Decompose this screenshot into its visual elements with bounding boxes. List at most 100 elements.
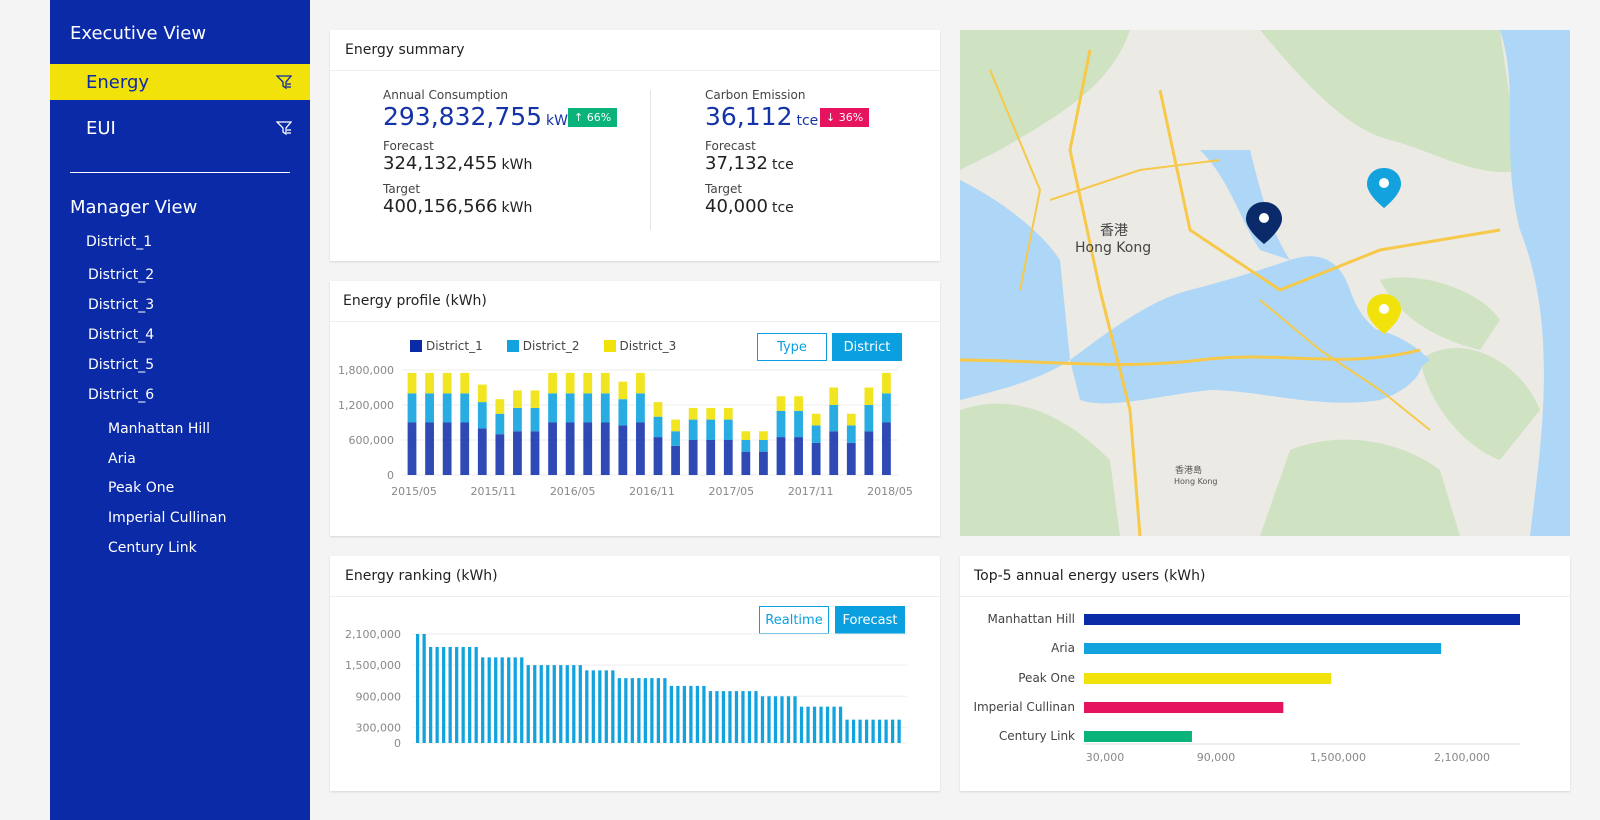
user-bar	[1084, 673, 1332, 684]
ranking-bar	[728, 691, 732, 743]
ranking-bar	[598, 670, 602, 743]
sidebar-item-district-3[interactable]: District_3	[88, 297, 154, 313]
sidebar-item-imperial-cullinan[interactable]: Imperial Cullinan	[108, 510, 226, 526]
ranking-bar	[799, 706, 804, 743]
ranking-bar	[689, 685, 693, 743]
bar-segment	[776, 410, 786, 438]
y-tick-label: 300,000	[356, 721, 402, 734]
ranking-bar	[721, 691, 726, 743]
ranking-bar	[630, 678, 634, 743]
bar-segment	[565, 422, 575, 475]
energy-profile-chart: 0 600,000 1,200,000 1,800,000 2015/05 2015/11…	[338, 364, 913, 498]
ranking-bar	[871, 719, 875, 743]
svg-text:Hong Kong: Hong Kong	[1174, 477, 1218, 486]
bar-segment	[846, 425, 856, 443]
sidebar-divider	[70, 172, 290, 173]
bar-segment	[530, 407, 540, 432]
svg-text:Hong Kong: Hong Kong	[1075, 240, 1151, 256]
bar-segment	[794, 410, 803, 438]
sidebar-item-energy[interactable]: Energy	[50, 64, 310, 100]
bar-segment	[565, 393, 575, 423]
annual-consumption-value: 293,832,755 kWh	[383, 102, 577, 131]
bar-segment	[600, 393, 610, 423]
bar-segment	[513, 431, 522, 475]
x-tick-label: 2,100,000	[1434, 751, 1490, 764]
user-bar	[1084, 702, 1284, 713]
ranking-bar	[702, 685, 706, 743]
annual-consumption-block: Annual Consumption 293,832,755 kWh Foreca…	[383, 88, 577, 217]
sidebar-item-district-6[interactable]: District_6	[88, 387, 154, 403]
ranking-bar	[487, 657, 491, 743]
top5-card: Top-5 annual energy users (kWh) Manhatta…	[960, 556, 1570, 791]
y-tick-label: 1,500,000	[345, 659, 401, 672]
sidebar-item-district-4[interactable]: District_4	[88, 327, 154, 343]
bar-segment	[636, 393, 645, 423]
filter-icon[interactable]	[276, 120, 292, 136]
ranking-bar	[806, 706, 810, 743]
map-canvas[interactable]: 香港 Hong Kong 香港島 Hong Kong	[960, 30, 1570, 536]
bar-segment	[565, 372, 575, 394]
ranking-bar	[793, 696, 797, 743]
bar-segment	[618, 381, 628, 400]
carbon-emission-value: 36,112 tce	[705, 102, 819, 131]
user-bar	[1084, 731, 1192, 742]
x-tick-label: 30,000	[1086, 751, 1125, 764]
sidebar-item-district-5[interactable]: District_5	[88, 357, 154, 373]
sidebar-item-aria[interactable]: Aria	[108, 451, 136, 467]
card-divider	[330, 596, 940, 597]
bar-segment	[706, 419, 716, 440]
bar-segment	[530, 390, 540, 408]
ranking-bar	[864, 719, 869, 743]
bar-segment	[759, 451, 768, 475]
bar-segment	[741, 440, 751, 452]
sidebar-item-century-link[interactable]: Century Link	[108, 540, 197, 556]
bar-segment	[811, 413, 821, 426]
bar-segment	[846, 442, 856, 475]
map-view[interactable]: 香港 Hong Kong 香港島 Hong Kong	[960, 30, 1570, 536]
sidebar-item-district-2[interactable]: District_2	[88, 267, 154, 283]
ranking-bar	[468, 646, 472, 743]
bar-segment	[442, 372, 452, 394]
carbon-change-badge: ↓ 36%	[820, 108, 870, 127]
ranking-bar	[845, 719, 849, 743]
bar-segment	[846, 413, 856, 426]
x-tick-label: 90,000	[1197, 751, 1236, 764]
bar-segment	[583, 393, 593, 423]
x-tick-label: 2017/11	[788, 485, 834, 498]
category-label: Peak One	[1018, 671, 1075, 685]
sidebar-item-peak-one[interactable]: Peak One	[108, 480, 174, 496]
bar-segment	[636, 372, 645, 394]
bar-segment	[811, 425, 821, 443]
ranking-bar	[767, 696, 771, 743]
bar-segment	[741, 451, 751, 475]
ranking-bar	[747, 691, 752, 743]
bar-segment	[829, 387, 839, 405]
ranking-bar	[734, 691, 739, 743]
bar-segment	[583, 372, 593, 394]
summary-separator	[650, 90, 651, 230]
sidebar-item-district-1[interactable]: District_1	[86, 234, 152, 250]
bar-segment	[600, 372, 610, 394]
y-tick-label: 0	[387, 469, 394, 482]
card-divider	[330, 70, 940, 71]
bar-segment	[530, 431, 540, 475]
ranking-bar	[585, 670, 589, 743]
bar-segment	[706, 407, 716, 420]
ranking-bar	[604, 670, 608, 743]
ranking-bar	[461, 646, 465, 743]
carbon-emission-label: Carbon Emission	[705, 88, 806, 102]
bar-segment	[618, 425, 628, 475]
filter-icon[interactable]	[276, 74, 292, 90]
bar-segment	[776, 437, 786, 475]
ranking-bar	[760, 696, 765, 743]
carbon-target-value: 40,000 tce	[705, 196, 794, 217]
sidebar-item-eui[interactable]: EUI	[50, 110, 310, 146]
bar-segment	[407, 422, 417, 475]
category-label: Aria	[1051, 641, 1075, 655]
ranking-bar	[520, 657, 524, 743]
ranking-bar	[838, 706, 843, 743]
sidebar: Executive View Energy EUI Manager View D…	[50, 0, 310, 820]
ranking-bar	[559, 665, 563, 743]
bar-segment	[477, 384, 487, 403]
sidebar-item-manhattan-hill[interactable]: Manhattan Hill	[108, 421, 210, 437]
